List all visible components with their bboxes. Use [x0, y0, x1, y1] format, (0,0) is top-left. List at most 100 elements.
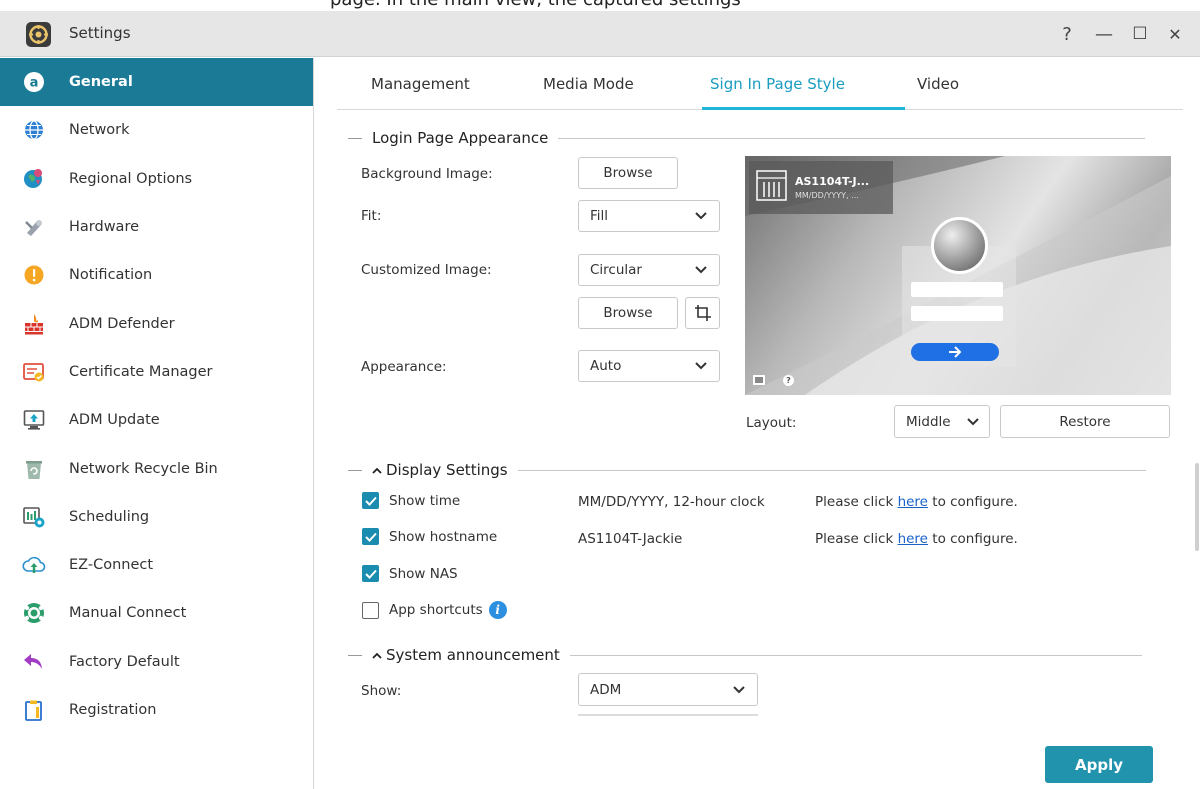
sidebar-item-label: Factory Default [69, 653, 180, 670]
sidebar-item-label: Notification [69, 267, 153, 284]
preview-password-field [911, 306, 1003, 321]
sidebar-item-label: Manual Connect [69, 605, 187, 622]
sidebar-item-general[interactable]: a General [0, 58, 313, 107]
settings-app-icon [26, 22, 51, 47]
preview-nas-card: AS1104T-J... MM/DD/YYYY, ... [749, 161, 893, 214]
arrow-right-icon [949, 346, 962, 358]
certificate-icon [22, 360, 46, 384]
layout-select[interactable]: Middle [894, 405, 990, 438]
sidebar-item-network-recycle-bin[interactable]: Network Recycle Bin [0, 444, 313, 492]
sidebar-item-adm-defender[interactable]: ADM Defender [0, 299, 313, 347]
sidebar-item-scheduling[interactable]: Scheduling [0, 493, 313, 541]
sidebar: a General Network Regional Options Hardw… [0, 58, 314, 789]
browse-background-button[interactable]: Browse [578, 157, 678, 189]
login-preview: AS1104T-J... MM/DD/YYYY, ... ? [745, 156, 1171, 395]
cloud-upload-icon [22, 553, 46, 577]
show-nas-checkbox[interactable]: Show NAS [362, 565, 458, 582]
configure-hostname-link[interactable]: here [898, 531, 928, 547]
chevron-down-icon [967, 417, 979, 425]
sidebar-item-label: Certificate Manager [69, 363, 213, 380]
sidebar-item-label: EZ-Connect [69, 557, 154, 574]
sidebar-item-adm-update[interactable]: ADM Update [0, 396, 313, 444]
fit-label: Fit: [361, 208, 382, 224]
system-announcement-header[interactable]: System announcement [348, 646, 1142, 664]
general-icon: a [22, 70, 46, 94]
tab-sign-in-page-style[interactable]: Sign In Page Style [710, 75, 845, 93]
app-shortcuts-checkbox[interactable]: App shortcuts i [362, 601, 507, 619]
svg-text:a: a [30, 76, 39, 91]
info-icon[interactable]: i [488, 601, 507, 619]
close-button[interactable]: ✕ [1161, 21, 1189, 47]
maximize-icon: ☐ [1132, 24, 1148, 44]
maximize-button[interactable]: ☐ [1126, 21, 1154, 47]
appearance-select[interactable]: Auto [578, 350, 720, 382]
customized-image-select[interactable]: Circular [578, 254, 720, 286]
section-title: Login Page Appearance [372, 129, 549, 147]
checkbox-checked-icon [362, 528, 379, 545]
appearance-label: Appearance: [361, 359, 447, 375]
hardware-icon [22, 215, 46, 239]
sidebar-item-factory-default[interactable]: Factory Default [0, 638, 313, 686]
announcement-field-edge [578, 714, 758, 716]
tab-management[interactable]: Management [371, 75, 470, 93]
crop-button[interactable] [685, 297, 720, 329]
background-image-label: Background Image: [361, 166, 493, 182]
restore-button[interactable]: Restore [1000, 405, 1170, 438]
browse-customized-button[interactable]: Browse [578, 297, 678, 329]
preview-username-field [911, 282, 1003, 297]
sidebar-item-notification[interactable]: Notification [0, 251, 313, 299]
tab-video[interactable]: Video [917, 75, 959, 93]
help-icon: ? [1062, 23, 1072, 45]
sidebar-item-certificate-manager[interactable]: Certificate Manager [0, 348, 313, 396]
tab-media-mode[interactable]: Media Mode [543, 75, 634, 93]
nas-device-icon [756, 170, 787, 201]
firewall-icon [22, 312, 46, 336]
sidebar-item-label: Scheduling [69, 508, 150, 525]
undo-icon [22, 650, 46, 674]
preview-login-button [911, 343, 999, 361]
chevron-down-icon [695, 266, 707, 274]
preview-date: MM/DD/YYYY, ... [795, 191, 859, 200]
sidebar-item-label: ADM Update [69, 412, 160, 429]
preview-avatar [931, 217, 988, 274]
checkbox-unchecked-icon [362, 601, 379, 619]
announcement-show-select[interactable]: ADM [578, 673, 758, 706]
sidebar-item-label: Regional Options [69, 170, 193, 187]
regional-icon [22, 167, 46, 191]
active-tab-indicator [702, 107, 905, 110]
time-config-hint: Please click here to configure. [815, 494, 1018, 510]
apply-button[interactable]: Apply [1045, 746, 1153, 783]
customized-image-label: Customized Image: [361, 262, 492, 278]
tab-bar: Management Media Mode Sign In Page Style… [337, 58, 1183, 110]
minimize-button[interactable]: — [1090, 21, 1118, 47]
sidebar-item-manual-connect[interactable]: Manual Connect [0, 589, 313, 637]
sidebar-item-ez-connect[interactable]: EZ-Connect [0, 541, 313, 589]
recycle-bin-icon [22, 457, 46, 481]
scheduling-icon [22, 505, 46, 529]
show-time-checkbox[interactable]: Show time [362, 492, 460, 509]
preview-flag-icon [753, 375, 765, 385]
manual-connect-icon [22, 601, 46, 625]
configure-time-link[interactable]: here [898, 494, 928, 510]
main-panel: Management Media Mode Sign In Page Style… [315, 58, 1200, 789]
section-title: System announcement [386, 646, 560, 664]
update-icon [22, 408, 46, 432]
layout-label: Layout: [746, 415, 797, 431]
time-format-value: MM/DD/YYYY, 12-hour clock [578, 494, 765, 510]
display-settings-header[interactable]: Display Settings [348, 461, 1146, 479]
sidebar-item-registration[interactable]: Registration [0, 686, 313, 734]
show-hostname-checkbox[interactable]: Show hostname [362, 528, 497, 545]
fit-select[interactable]: Fill [578, 200, 720, 232]
sidebar-item-network[interactable]: Network [0, 106, 313, 154]
sidebar-item-label: Registration [69, 702, 157, 718]
sidebar-item-regional-options[interactable]: Regional Options [0, 155, 313, 203]
checkbox-checked-icon [362, 492, 379, 509]
crop-icon [694, 305, 711, 321]
help-button[interactable]: ? [1053, 21, 1081, 47]
sidebar-item-label: Network Recycle Bin [69, 460, 218, 477]
sidebar-item-hardware[interactable]: Hardware [0, 203, 313, 251]
minimize-icon: — [1095, 23, 1113, 45]
section-title: Display Settings [386, 461, 508, 479]
banner-text: page. In the main view, the captured set… [330, 0, 741, 10]
scrollbar-thumb[interactable] [1195, 463, 1199, 551]
